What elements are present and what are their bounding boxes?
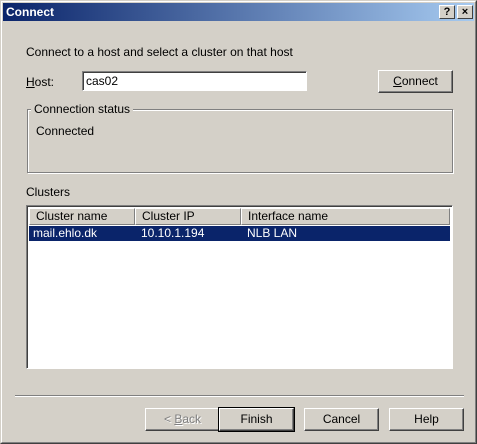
column-header-interface-name[interactable]: Interface name <box>241 208 450 225</box>
host-input[interactable]: cas02 <box>82 71 307 91</box>
back-button[interactable]: < Back <box>145 408 220 431</box>
intro-text: Connect to a host and select a cluster o… <box>26 45 293 59</box>
close-icon[interactable]: × <box>457 5 473 19</box>
footer-divider <box>15 395 464 397</box>
back-button-prefix: < <box>163 412 175 426</box>
cell-cluster-ip: 10.10.1.194 <box>141 226 205 240</box>
cell-cluster-name: mail.ehlo.dk <box>33 226 98 240</box>
host-label-rest: ost: <box>34 75 55 89</box>
host-label: Host: <box>26 75 54 89</box>
column-header-cluster-name[interactable]: Cluster name <box>29 208 135 225</box>
cancel-button[interactable]: Cancel <box>304 408 379 431</box>
back-button-rest: ack <box>182 412 202 426</box>
connect-button-mnemonic: C <box>393 74 402 88</box>
window-title: Connect <box>6 5 54 19</box>
connection-status-text: Connected <box>36 124 95 138</box>
connection-status-label: Connection status <box>31 102 134 116</box>
column-header-cluster-ip[interactable]: Cluster IP <box>135 208 241 225</box>
table-row[interactable]: mail.ehlo.dk 10.10.1.194 NLB LAN <box>29 226 450 241</box>
help-icon[interactable]: ? <box>439 5 455 19</box>
clusters-label: Clusters <box>26 185 71 199</box>
cell-interface-name: NLB LAN <box>247 226 298 240</box>
connect-button[interactable]: Connect <box>378 70 453 93</box>
title-bar[interactable]: Connect ? × <box>3 3 474 21</box>
connection-status-group <box>27 109 453 173</box>
finish-button[interactable]: Finish <box>218 407 295 432</box>
connect-dialog: Connect ? × Connect to a host and select… <box>0 0 477 444</box>
help-button[interactable]: Help <box>389 408 464 431</box>
connect-button-rest: onnect <box>401 74 438 88</box>
host-label-mnemonic: H <box>26 75 35 89</box>
clusters-list[interactable]: Cluster name Cluster IP Interface name m… <box>26 205 453 369</box>
